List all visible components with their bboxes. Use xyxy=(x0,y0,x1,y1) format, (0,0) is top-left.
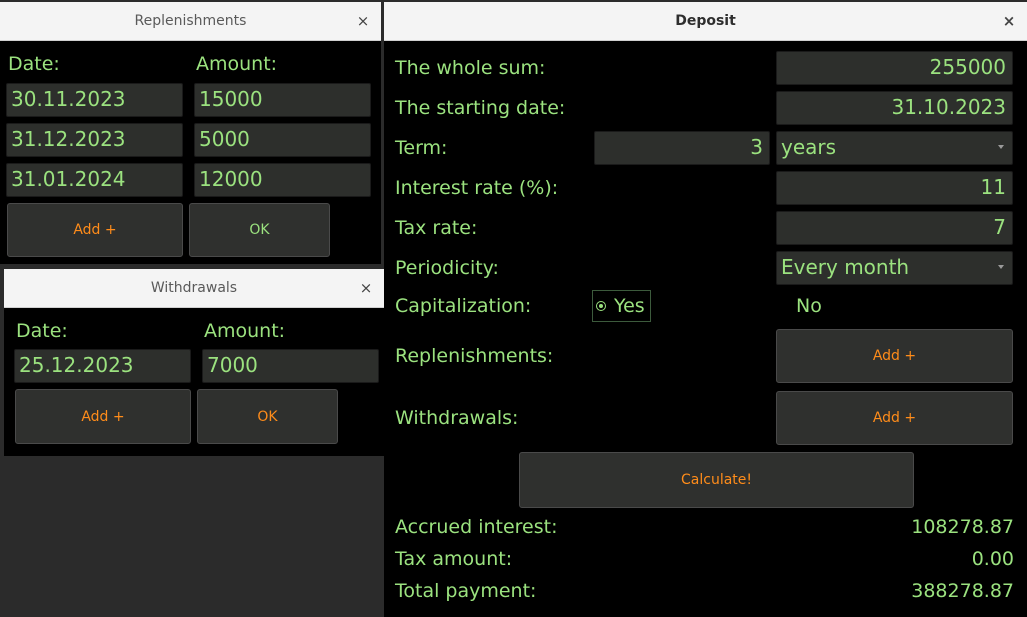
withdrawals-title: Withdrawals xyxy=(150,280,238,296)
periodicity-select[interactable]: Every month xyxy=(776,251,1013,285)
close-icon[interactable]: × xyxy=(353,11,373,31)
replenishment-date-field[interactable]: 31.01.2024 xyxy=(6,163,183,197)
chevron-down-icon xyxy=(998,265,1004,269)
replenishments-label: Replenishments: xyxy=(395,345,554,367)
replenishment-date-field[interactable]: 31.12.2023 xyxy=(6,123,183,157)
radio-selected-icon xyxy=(596,301,606,311)
calculate-button[interactable]: Calculate! xyxy=(519,452,914,508)
tax-rate-field[interactable]: 7 xyxy=(776,211,1013,245)
capitalization-no-label: No xyxy=(796,295,822,317)
withdrawal-date-field[interactable]: 25.12.2023 xyxy=(14,349,191,383)
capitalization-yes-radio[interactable]: Yes xyxy=(592,290,651,322)
capitalization-yes-label: Yes xyxy=(614,295,645,317)
deposit-window: Deposit × The whole sum: 255000 The star… xyxy=(384,2,1027,617)
term-label: Term: xyxy=(395,137,448,159)
withdrawals-label: Withdrawals: xyxy=(395,407,519,429)
whole-sum-field[interactable]: 255000 xyxy=(776,51,1013,85)
interest-rate-field[interactable]: 11 xyxy=(776,171,1013,205)
withdrawals-ok-button[interactable]: OK xyxy=(197,389,338,444)
deposit-titlebar[interactable]: Deposit × xyxy=(384,2,1027,41)
whole-sum-label: The whole sum: xyxy=(395,57,546,79)
tax-amount-value: 0.00 xyxy=(971,548,1014,570)
replenishment-date-field[interactable]: 30.11.2023 xyxy=(6,83,183,117)
withdrawals-titlebar[interactable]: Withdrawals × xyxy=(4,269,384,308)
term-unit-value: years xyxy=(781,135,837,159)
accrued-interest-value: 108278.87 xyxy=(911,516,1014,538)
tax-rate-label: Tax rate: xyxy=(395,217,478,239)
chevron-down-icon xyxy=(998,145,1004,149)
add-replenishment-button[interactable]: Add + xyxy=(7,203,183,257)
amount-header: Amount: xyxy=(196,53,278,75)
amount-header: Amount: xyxy=(204,320,286,342)
add-withdrawals-button[interactable]: Add + xyxy=(776,391,1013,445)
starting-date-label: The starting date: xyxy=(395,97,566,119)
capitalization-label: Capitalization: xyxy=(395,295,532,317)
replenishments-titlebar[interactable]: Replenishments × xyxy=(0,2,381,41)
replenishments-title: Replenishments xyxy=(134,13,247,29)
replenishment-amount-field[interactable]: 12000 xyxy=(194,163,371,197)
deposit-title: Deposit xyxy=(675,13,736,29)
starting-date-field[interactable]: 31.10.2023 xyxy=(776,91,1013,125)
replenishment-amount-field[interactable]: 15000 xyxy=(194,83,371,117)
replenishments-ok-button[interactable]: OK xyxy=(189,203,330,257)
total-payment-value: 388278.87 xyxy=(911,580,1014,602)
add-replenishments-button[interactable]: Add + xyxy=(776,329,1013,383)
close-icon[interactable]: × xyxy=(356,278,376,298)
replenishment-amount-field[interactable]: 5000 xyxy=(194,123,371,157)
date-header: Date: xyxy=(16,320,68,342)
periodicity-label: Periodicity: xyxy=(395,257,499,279)
withdrawals-window: Withdrawals × Date: Amount: 25.12.2023 7… xyxy=(4,269,384,456)
tax-amount-label: Tax amount: xyxy=(395,548,513,570)
total-payment-label: Total payment: xyxy=(395,580,537,602)
close-icon[interactable]: × xyxy=(999,11,1019,31)
accrued-interest-label: Accrued interest: xyxy=(395,516,558,538)
capitalization-no-radio[interactable]: No xyxy=(790,290,850,322)
date-header: Date: xyxy=(8,53,60,75)
replenishments-window: Replenishments × Date: Amount: 30.11.202… xyxy=(0,2,381,264)
add-withdrawal-button[interactable]: Add + xyxy=(15,389,191,444)
withdrawal-amount-field[interactable]: 7000 xyxy=(202,349,379,383)
term-unit-select[interactable]: years xyxy=(776,131,1013,165)
periodicity-value: Every month xyxy=(781,255,910,279)
term-field[interactable]: 3 xyxy=(594,131,770,165)
interest-rate-label: Interest rate (%): xyxy=(395,177,559,199)
